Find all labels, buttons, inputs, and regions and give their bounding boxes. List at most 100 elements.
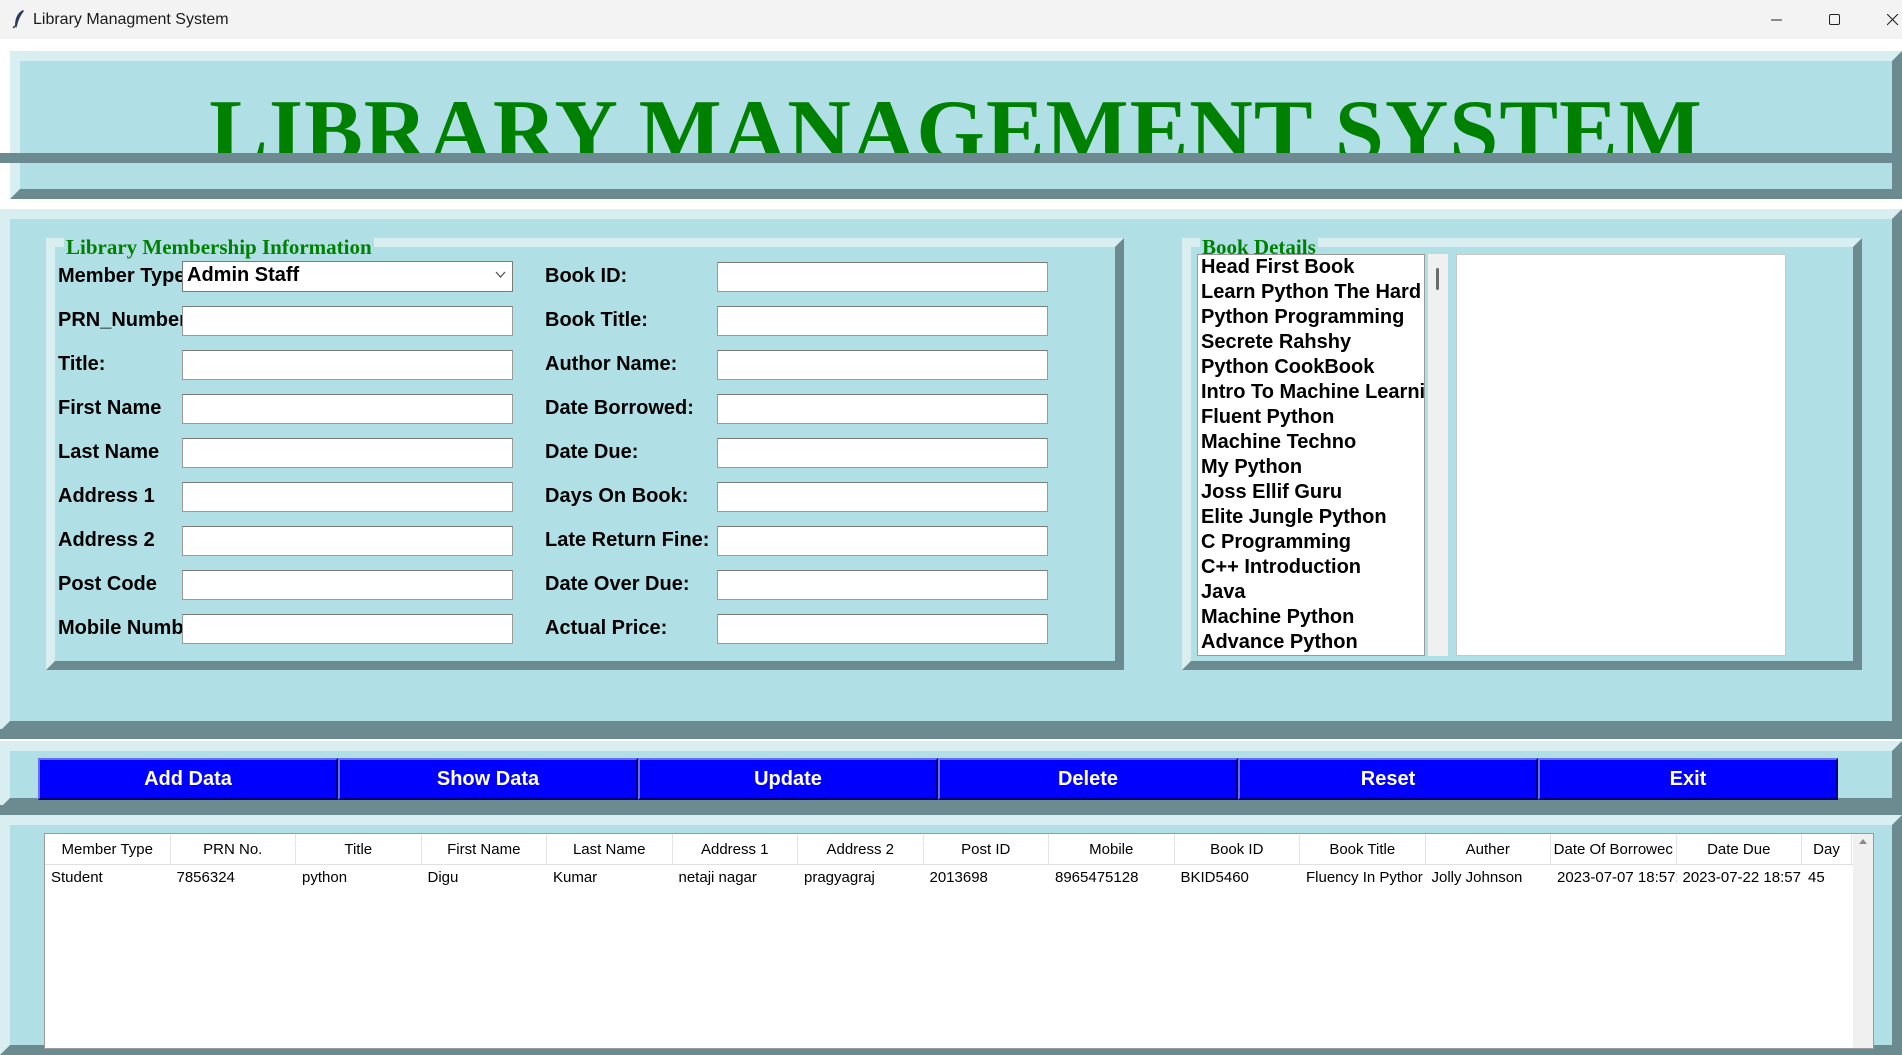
last-name-label: Last Name [58,441,160,463]
maximize-icon [1829,13,1840,25]
book-listbox[interactable]: Head First Book Learn Python The Hard Py… [1197,254,1425,656]
first-name-label: First Name [58,397,162,419]
show-data-button[interactable]: Show Data [338,758,638,800]
table-cell: netaji nagar [678,869,757,886]
list-item[interactable]: Head First Book [1198,255,1424,280]
column-header[interactable]: Book ID [1175,834,1300,864]
table-cell: python [302,869,348,886]
column-header[interactable]: Member Type [45,834,171,864]
scrollbar-thumb[interactable] [1436,268,1439,290]
member-type-select[interactable]: Admin Staff [182,261,513,292]
membership-frame: Library Membership Information Member Ty… [46,235,1124,670]
address2-label: Address 2 [58,529,155,551]
book-details-frame: Book Details Head First Book Learn Pytho… [1182,235,1862,670]
book-title-field[interactable] [717,306,1048,336]
date-due-field[interactable] [717,438,1048,468]
column-header[interactable]: First Name [422,834,547,864]
address1-field[interactable] [182,482,513,512]
scroll-up-icon[interactable] [1853,834,1873,850]
update-button[interactable]: Update [638,758,938,800]
list-item[interactable]: Joss Ellif Guru [1198,480,1424,505]
first-name-field[interactable] [182,394,513,424]
membership-legend: Library Membership Information [64,235,374,260]
table-cell: 8965475128 [1055,869,1139,886]
mobile-number-label: Mobile Number [58,617,203,639]
button-frame: Add Data Show Data Update Delete Reset E… [0,741,1902,808]
post-code-field[interactable] [182,570,513,600]
list-item[interactable]: Intro To Machine Learni [1198,380,1424,405]
list-item[interactable]: Learn Python The Hard [1198,280,1424,305]
data-frame: Library Membership Information Member Ty… [0,209,1902,731]
list-item[interactable]: C++ Introduction [1198,555,1424,580]
address2-field[interactable] [182,526,513,556]
last-name-field[interactable] [182,438,513,468]
table-cell: 45 [1808,869,1825,886]
list-item[interactable]: Elite Jungle Python [1198,505,1424,530]
list-item[interactable]: Java [1198,580,1424,605]
table-cell: 2023-07-07 18:57: [1557,869,1677,886]
app-window: LIBRARY MANAGEMENT SYSTEM Library Member… [0,39,1902,1055]
list-item[interactable]: Machine Python [1198,605,1424,630]
list-item[interactable]: Secrete Rahshy [1198,330,1424,355]
days-on-book-field[interactable] [717,482,1048,512]
delete-button[interactable]: Delete [938,758,1238,800]
column-header[interactable]: Day [1802,834,1852,864]
actual-price-field[interactable] [717,614,1048,644]
column-header[interactable]: Date Due [1677,834,1802,864]
banner-title: LIBRARY MANAGEMENT SYSTEM [209,83,1703,180]
column-header[interactable]: Last Name [547,834,673,864]
list-item[interactable]: Machine Techno [1198,430,1424,455]
title-field[interactable] [182,350,513,380]
column-header[interactable]: Post ID [924,834,1049,864]
list-item[interactable]: Python Programming [1198,305,1424,330]
date-over-due-label: Date Over Due: [545,573,690,595]
column-header[interactable]: Date Of Borrowec [1551,834,1677,864]
table-cell: 2013698 [929,869,988,886]
chevron-down-icon [495,271,506,278]
list-item[interactable]: My Python [1198,455,1424,480]
minimize-button[interactable] [1748,0,1806,39]
close-button[interactable] [1864,0,1902,39]
divider [0,729,1902,739]
divider [0,153,1902,163]
table-cell: Jolly Johnson [1431,869,1523,886]
table-cell: 7856324 [176,869,235,886]
book-title-label: Book Title: [545,309,648,331]
table-scrollbar[interactable] [1853,834,1873,1048]
author-name-label: Author Name: [545,353,678,375]
book-id-label: Book ID: [545,265,628,287]
list-item[interactable]: C Programming [1198,530,1424,555]
column-header[interactable]: Book Title [1300,834,1426,864]
column-header[interactable]: Title [296,834,422,864]
column-header[interactable]: Mobile [1049,834,1175,864]
book-detail-textbox[interactable] [1456,254,1786,656]
add-data-button[interactable]: Add Data [38,758,338,800]
maximize-button[interactable] [1806,0,1864,39]
column-header[interactable]: Auther [1426,834,1551,864]
member-type-value: Admin Staff [187,264,300,286]
reset-button[interactable]: Reset [1238,758,1538,800]
table-cell: Kumar [553,869,598,886]
column-header[interactable]: Address 2 [798,834,924,864]
mobile-number-field[interactable] [182,614,513,644]
records-frame: Member Type PRN No. Title First Name Las… [0,815,1902,1055]
author-name-field[interactable] [717,350,1048,380]
table-cell: Student [51,869,103,886]
prn-number-field[interactable] [182,306,513,336]
exit-button[interactable]: Exit [1538,758,1838,800]
date-over-due-field[interactable] [717,570,1048,600]
column-header[interactable]: PRN No. [171,834,296,864]
date-borrowed-field[interactable] [717,394,1048,424]
book-id-field[interactable] [717,262,1048,292]
list-item[interactable]: Advance Python [1198,630,1424,655]
list-item[interactable]: Python CookBook [1198,355,1424,380]
book-list-scrollbar[interactable] [1428,254,1448,656]
late-return-fine-field[interactable] [717,526,1048,556]
date-due-label: Date Due: [545,441,639,463]
table-cell: 2023-07-22 18:57: [1682,869,1803,886]
column-header[interactable]: Address 1 [673,834,798,864]
list-item[interactable]: Fluent Python [1198,405,1424,430]
table-row[interactable]: Student 7856324 python Digu Kumar netaji… [45,865,1873,891]
records-table[interactable]: Member Type PRN No. Title First Name Las… [44,833,1874,1049]
days-on-book-label: Days On Book: [545,485,689,507]
